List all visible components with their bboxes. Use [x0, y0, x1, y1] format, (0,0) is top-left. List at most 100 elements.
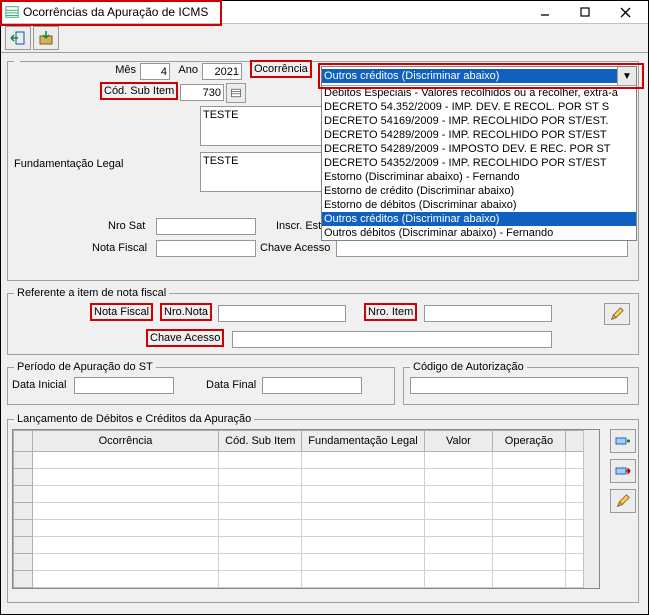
cell[interactable] — [302, 588, 424, 590]
cell[interactable] — [424, 469, 492, 486]
cell[interactable] — [424, 554, 492, 571]
mes-input[interactable] — [140, 63, 170, 80]
cell[interactable] — [493, 486, 566, 503]
nota-fiscal-input[interactable] — [156, 240, 256, 257]
cell[interactable] — [493, 537, 566, 554]
cell[interactable] — [302, 537, 424, 554]
cell[interactable] — [32, 486, 219, 503]
dropdown-arrow-icon[interactable]: ▼ — [617, 67, 636, 85]
cell[interactable] — [32, 554, 219, 571]
cell[interactable] — [424, 571, 492, 588]
cell[interactable] — [32, 588, 219, 590]
exit-button[interactable] — [5, 26, 31, 50]
save-button[interactable] — [33, 26, 59, 50]
table-row[interactable] — [14, 537, 599, 554]
cod-aut-input[interactable] — [410, 377, 628, 394]
cell[interactable] — [302, 469, 424, 486]
fund-legal-textarea[interactable]: TESTE — [200, 152, 330, 192]
cell[interactable] — [424, 486, 492, 503]
dropdown-option[interactable]: Estorno de crédito (Discriminar abaixo) — [322, 184, 636, 198]
grid-add-button[interactable] — [610, 429, 636, 453]
ano-input[interactable] — [202, 63, 242, 80]
maximize-button[interactable] — [570, 2, 600, 22]
data-inicial-input[interactable] — [74, 377, 174, 394]
cell[interactable] — [493, 469, 566, 486]
dropdown-option[interactable]: DECRETO 54289/2009 - IMPOSTO DEV. E REC.… — [322, 142, 636, 156]
close-button[interactable] — [610, 2, 640, 22]
chave-acesso-input[interactable] — [336, 240, 628, 257]
dropdown-option[interactable]: DECRETO 54352/2009 - IMP. RECOLHIDO POR … — [322, 156, 636, 170]
dropdown-value-row[interactable]: Outros créditos (Discriminar abaixo) ▼ — [322, 67, 636, 85]
dropdown-option[interactable]: Outros débitos (Discriminar abaixo) - Fe… — [322, 226, 636, 240]
cell[interactable] — [302, 452, 424, 469]
cell[interactable] — [219, 486, 302, 503]
cell[interactable] — [424, 520, 492, 537]
col-ocorrencia[interactable]: Ocorrência — [32, 431, 219, 452]
ref-nf-nro-item-input[interactable] — [424, 305, 552, 322]
cell[interactable] — [32, 537, 219, 554]
cell[interactable] — [493, 588, 566, 590]
grid-edit-button[interactable] — [610, 489, 636, 513]
cell[interactable] — [493, 554, 566, 571]
cell[interactable] — [219, 503, 302, 520]
grid-remove-button[interactable] — [610, 459, 636, 483]
cell[interactable] — [493, 520, 566, 537]
dropdown-option[interactable]: Estorno (Discriminar abaixo) - Fernando — [322, 170, 636, 184]
col-cod-subitem[interactable]: Cód. Sub Item — [219, 431, 302, 452]
table-row[interactable] — [14, 486, 599, 503]
cell[interactable] — [493, 571, 566, 588]
dropdown-list[interactable]: Débitos Especiais - Valores recolhidos o… — [322, 85, 636, 240]
col-fund-legal[interactable]: Fundamentação Legal — [302, 431, 424, 452]
table-row[interactable] — [14, 469, 599, 486]
cell[interactable] — [302, 554, 424, 571]
cell[interactable] — [219, 588, 302, 590]
cod-subitem-input[interactable] — [180, 84, 224, 101]
cell[interactable] — [219, 571, 302, 588]
cell[interactable] — [302, 520, 424, 537]
table-row[interactable] — [14, 452, 599, 469]
cell[interactable] — [32, 520, 219, 537]
cod-subitem-lookup-button[interactable] — [226, 83, 246, 103]
ocorrencia-dropdown[interactable]: Outros créditos (Discriminar abaixo) ▼ D… — [321, 66, 637, 241]
cell[interactable] — [424, 452, 492, 469]
cell[interactable] — [219, 469, 302, 486]
dropdown-option[interactable]: DECRETO 54169/2009 - IMP. RECOLHIDO POR … — [322, 114, 636, 128]
dropdown-option[interactable]: DECRETO 54.352/2009 - IMP. DEV. E RECOL.… — [322, 100, 636, 114]
table-row[interactable] — [14, 520, 599, 537]
cell[interactable] — [302, 503, 424, 520]
col-operacao[interactable]: Operação — [493, 431, 566, 452]
cell[interactable] — [302, 486, 424, 503]
lanc-grid[interactable]: Ocorrência Cód. Sub Item Fundamentação L… — [12, 429, 600, 589]
cell[interactable] — [219, 537, 302, 554]
nro-sat-input[interactable] — [156, 218, 256, 235]
cell[interactable] — [32, 571, 219, 588]
table-row[interactable] — [14, 554, 599, 571]
table-row[interactable] — [14, 588, 599, 590]
grid-scrollbar[interactable] — [583, 430, 600, 588]
cell[interactable] — [424, 537, 492, 554]
dropdown-option[interactable]: DECRETO 54289/2009 - IMP. RECOLHIDO POR … — [322, 128, 636, 142]
dropdown-option[interactable]: Estorno de débitos (Discriminar abaixo) — [322, 198, 636, 212]
cell[interactable] — [424, 503, 492, 520]
dropdown-option[interactable]: Débitos Especiais - Valores recolhidos o… — [322, 86, 636, 100]
desc-textarea[interactable]: TESTE — [200, 106, 330, 146]
table-row[interactable] — [14, 571, 599, 588]
ref-nf-edit-button[interactable] — [604, 303, 630, 325]
ref-nf-nro-nota-input[interactable] — [218, 305, 346, 322]
cell[interactable] — [302, 571, 424, 588]
ref-nf-chave-acesso-input[interactable] — [232, 331, 552, 348]
cell[interactable] — [32, 503, 219, 520]
data-final-input[interactable] — [262, 377, 362, 394]
cell[interactable] — [493, 503, 566, 520]
dropdown-option[interactable]: Outros créditos (Discriminar abaixo) — [322, 212, 636, 226]
cell[interactable] — [32, 452, 219, 469]
minimize-button[interactable] — [530, 2, 560, 22]
cell[interactable] — [219, 520, 302, 537]
cell[interactable] — [219, 554, 302, 571]
col-valor[interactable]: Valor — [424, 431, 492, 452]
cell[interactable] — [424, 588, 492, 590]
table-row[interactable] — [14, 503, 599, 520]
cell[interactable] — [219, 452, 302, 469]
cell[interactable] — [493, 452, 566, 469]
cell[interactable] — [32, 469, 219, 486]
